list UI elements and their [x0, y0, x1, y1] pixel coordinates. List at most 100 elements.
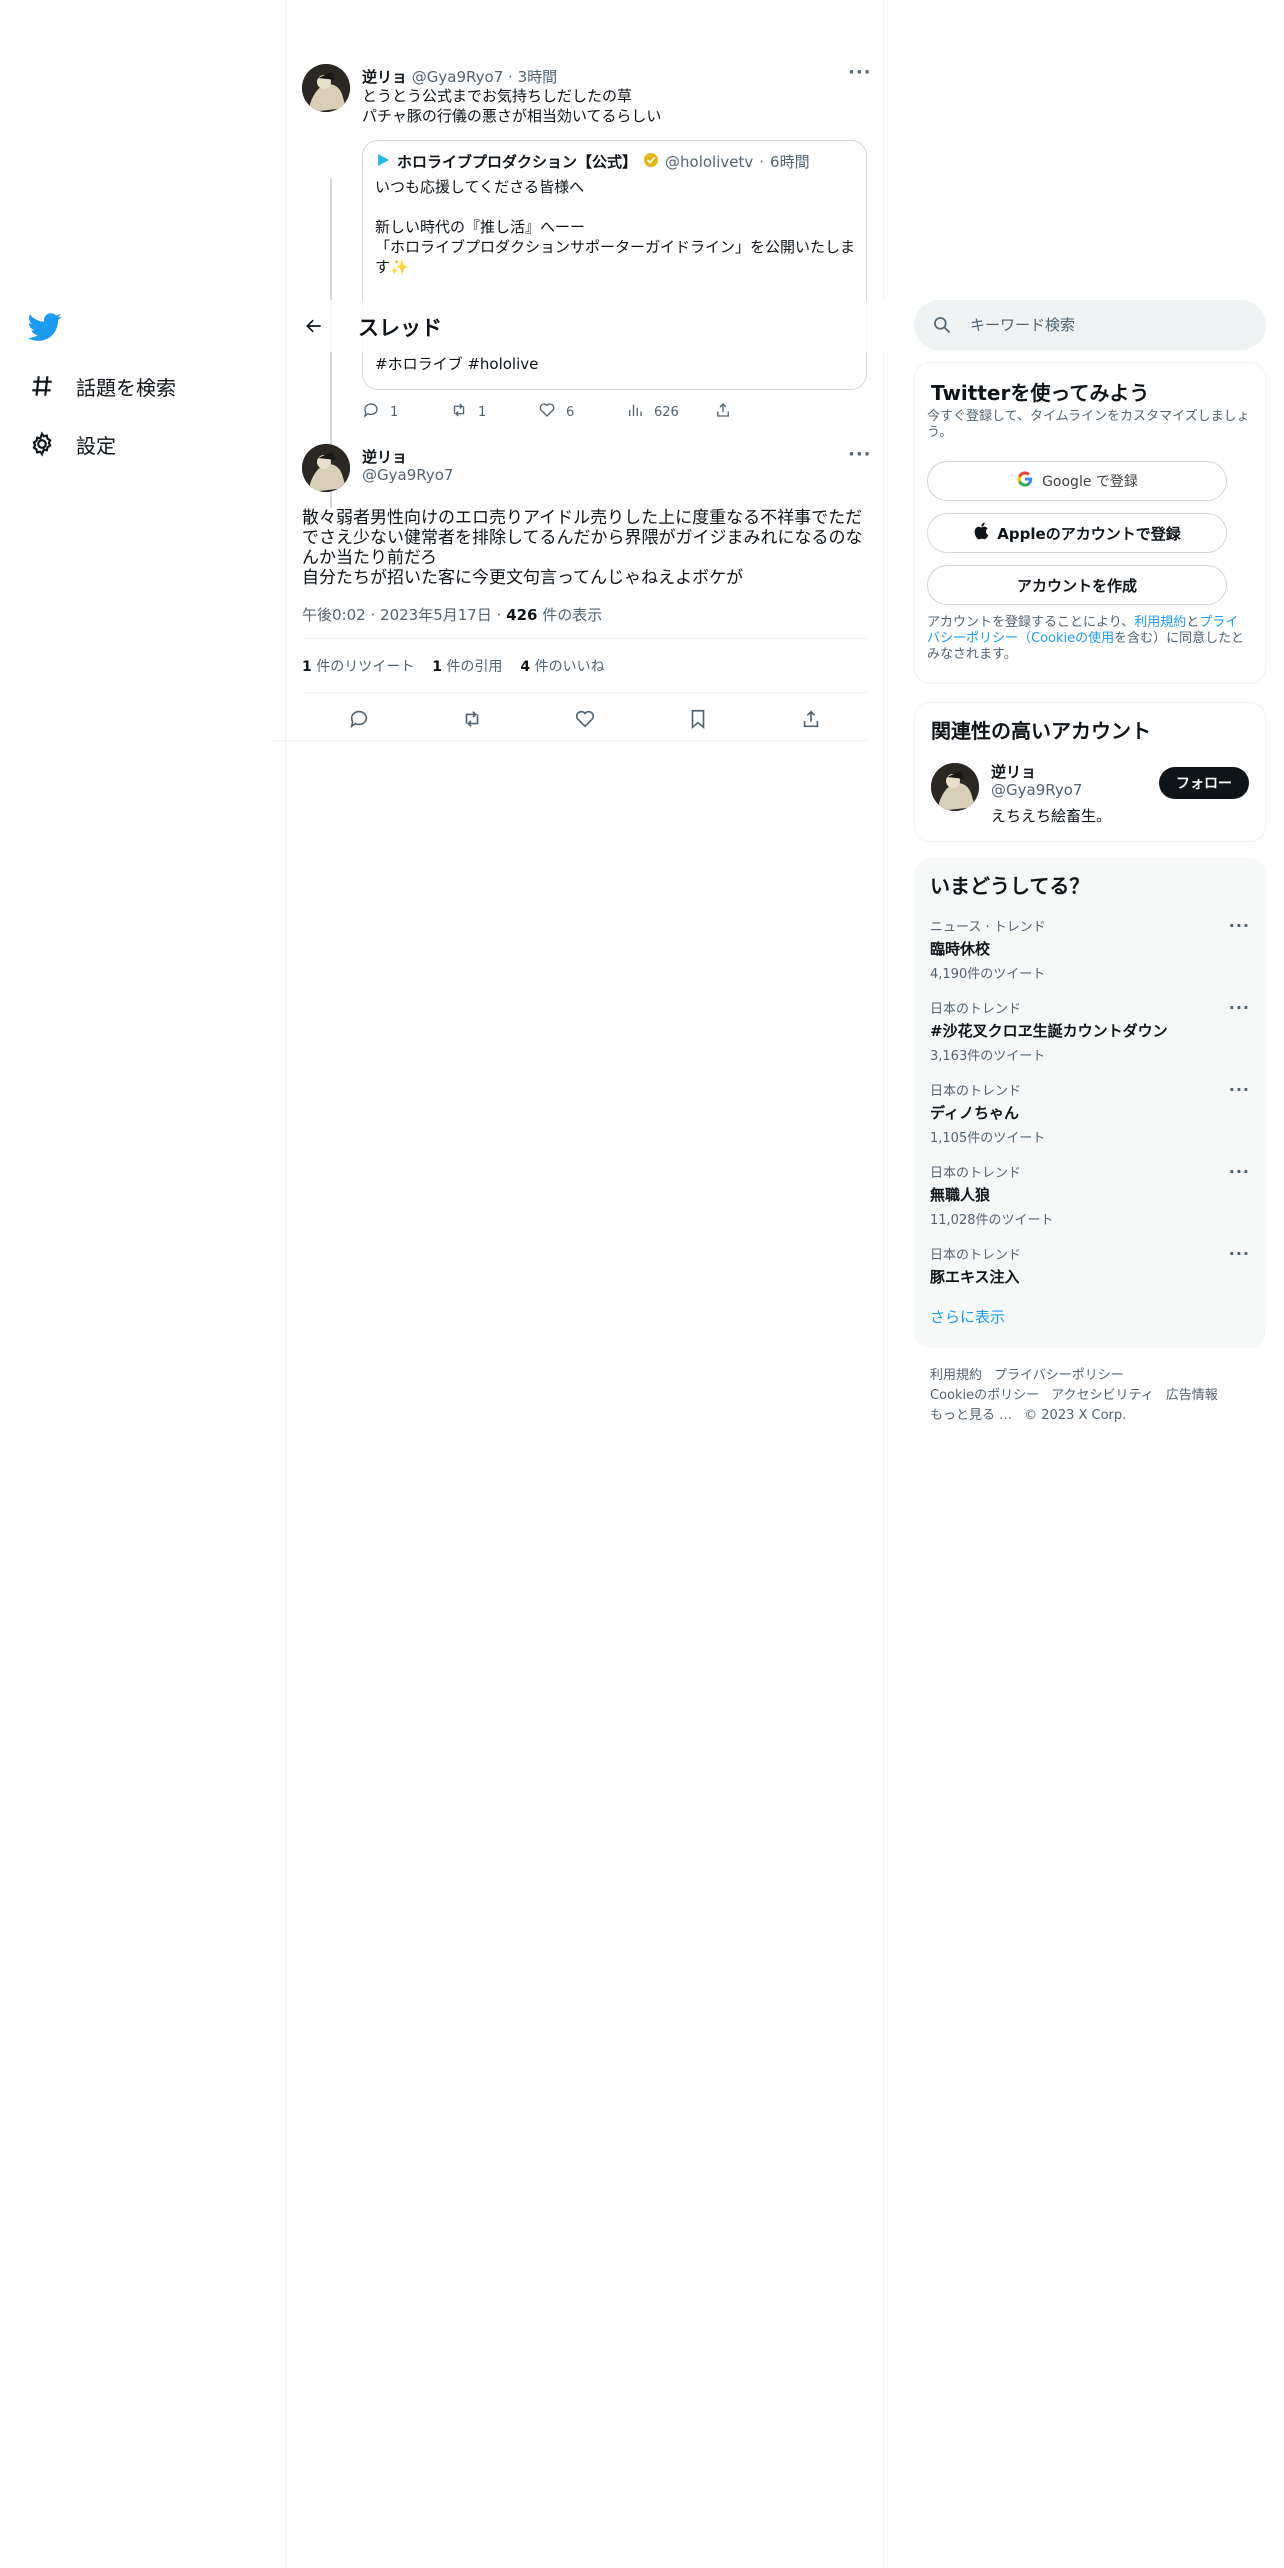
more-icon[interactable]: ···	[848, 444, 872, 465]
footer-more-link[interactable]: もっと見る …	[930, 1408, 1012, 1423]
quote-author-handle: @hololivetv	[665, 152, 754, 171]
author-name[interactable]: 逆リョ	[362, 446, 407, 467]
apple-icon	[973, 522, 989, 544]
search-input[interactable]	[970, 300, 1250, 350]
trend-item[interactable]: ニュース · トレンド 臨時休校 4,190件のツイート ···	[930, 916, 1250, 988]
trend-count: 1,105件のツイート	[930, 1131, 1046, 1146]
trend-count: 3,163件のツイート	[930, 1049, 1046, 1064]
quote-tweet[interactable]: ホロライブプロダクション【公式】 @hololivetv · 6時間 いつも応援…	[362, 140, 867, 390]
reply-button[interactable]	[342, 706, 376, 736]
twitter-logo-icon[interactable]	[27, 310, 62, 344]
google-signup-label: Google で登録	[1042, 474, 1138, 490]
avatar[interactable]	[302, 64, 350, 112]
trend-item[interactable]: 日本のトレンド 無職人狼 11,028件のツイート ···	[930, 1162, 1250, 1234]
heart-icon	[574, 708, 596, 734]
search-box[interactable]	[914, 300, 1266, 350]
trend-context: ニュース · トレンド	[930, 920, 1046, 935]
views-button[interactable]: 626	[626, 400, 714, 424]
quotes-count: 1	[432, 659, 442, 675]
footer-ads-link[interactable]: 広告情報	[1166, 1388, 1218, 1403]
related-account-bio: えちえち絵畜生。	[991, 807, 1112, 825]
share-button[interactable]	[714, 400, 802, 424]
trend-context: 日本のトレンド	[930, 1002, 1022, 1017]
page-title: スレッド	[358, 316, 442, 340]
retweet-button[interactable]: 1	[450, 400, 538, 424]
tweet-date[interactable]: 2023年5月17日	[380, 606, 492, 624]
apple-signup-label: Appleのアカウントで登録	[997, 524, 1181, 543]
separator-dot: ·	[370, 606, 376, 624]
more-icon[interactable]: ···	[848, 62, 872, 83]
tweet-time[interactable]: 午後0:02	[302, 606, 366, 624]
show-more-link[interactable]: さらに表示	[930, 1306, 1005, 1327]
quotes-label: 件の引用	[446, 659, 503, 675]
share-icon	[800, 708, 822, 734]
parent-tweet[interactable]: 逆リョ @Gya9Ryo7 · 3時間 ··· とうとう公式までお気持ちしだした…	[286, 60, 884, 508]
nav-explore[interactable]: 話題を検索	[28, 366, 176, 406]
more-icon[interactable]: ···	[1229, 1080, 1250, 1099]
trends-title: いまどうしてる？	[930, 874, 1090, 898]
terms-link[interactable]: 利用規約	[1134, 615, 1186, 630]
reply-button[interactable]: 1	[362, 400, 450, 424]
trend-name: 臨時休校	[930, 940, 991, 958]
retweets-label: 件のリツイート	[316, 659, 415, 675]
retweet-icon	[450, 401, 468, 423]
trend-item[interactable]: 日本のトレンド #沙花叉クロヱ生誕カウントダウン 3,163件のツイート ···	[930, 998, 1250, 1070]
footer-cookie-link[interactable]: Cookieのポリシー	[930, 1388, 1039, 1403]
views-chart-icon	[626, 401, 644, 423]
more-icon[interactable]: ···	[1229, 916, 1250, 935]
footer-copyright: © 2023 X Corp.	[1024, 1408, 1127, 1423]
signup-description: 今すぐ登録して、タイムラインをカスタマイズしましょう。	[927, 409, 1250, 440]
nav-settings[interactable]: 設定	[28, 424, 116, 464]
tweet-time[interactable]: 3時間	[518, 68, 558, 86]
related-account-name[interactable]: 逆リョ	[991, 761, 1036, 782]
google-signup-button[interactable]: Google で登録	[927, 461, 1227, 501]
signup-legal-text: アカウントを登録することにより、利用規約とプライバシーポリシー（Cookieの使…	[927, 615, 1247, 663]
retweets-stat[interactable]: 1 件のリツイート	[302, 656, 414, 676]
share-button[interactable]	[794, 706, 828, 736]
quote-text: いつも応援してくださる皆様へ 新しい時代の『推し活』へーー 「ホロライブプロダク…	[375, 178, 856, 276]
retweet-count: 1	[478, 404, 487, 420]
quote-time: 6時間	[770, 153, 810, 171]
apple-signup-button[interactable]: Appleのアカウントで登録	[927, 513, 1227, 553]
quote-hashtags[interactable]: #ホロライブ #hololive	[375, 353, 538, 374]
reply-icon	[362, 401, 380, 423]
parent-tweet-header: 逆リョ @Gya9Ryo7 · 3時間	[362, 66, 557, 87]
more-icon[interactable]: ···	[1229, 998, 1250, 1017]
like-button[interactable]: 6	[538, 400, 626, 424]
trend-count: 4,190件のツイート	[930, 967, 1046, 982]
like-button[interactable]	[568, 706, 602, 736]
divider	[302, 638, 868, 639]
avatar[interactable]	[302, 444, 350, 492]
more-icon[interactable]: ···	[1229, 1162, 1250, 1181]
back-arrow-icon[interactable]	[300, 312, 328, 340]
create-account-button[interactable]: アカウントを作成	[927, 565, 1227, 605]
quotes-stat[interactable]: 1 件の引用	[432, 656, 502, 676]
bookmark-button[interactable]	[681, 706, 715, 736]
views-count: 626	[654, 404, 679, 420]
follow-button[interactable]: フォロー	[1159, 767, 1249, 799]
likes-stat[interactable]: 4 件のいいね	[520, 656, 604, 676]
related-title: 関連性の高いアカウント	[931, 719, 1151, 743]
author-handle[interactable]: @Gya9Ryo7	[412, 68, 503, 86]
footer-accessibility-link[interactable]: アクセシビリティ	[1051, 1388, 1154, 1403]
footer-privacy-link[interactable]: プライバシーポリシー	[994, 1368, 1124, 1383]
retweet-icon	[461, 708, 483, 734]
divider	[302, 692, 868, 693]
likes-label: 件のいいね	[534, 659, 605, 675]
footer-terms-link[interactable]: 利用規約	[930, 1368, 982, 1383]
quote-header: ホロライブプロダクション【公式】 @hololivetv · 6時間	[375, 151, 810, 172]
left-nav: 話題を検索 設定	[0, 0, 286, 2568]
verified-gold-icon	[643, 152, 659, 172]
trend-name: 豚エキス注入	[930, 1268, 1020, 1286]
trend-item[interactable]: 日本のトレンド ディノちゃん 1,105件のツイート ···	[930, 1080, 1250, 1152]
legal-and: と	[1186, 615, 1200, 630]
author-name[interactable]: 逆リョ	[362, 68, 407, 86]
related-account-handle[interactable]: @Gya9Ryo7	[991, 781, 1082, 799]
related-accounts-card: 関連性の高いアカウント 逆リョ @Gya9Ryo7 えちえち絵畜生。 フォロー	[914, 702, 1266, 842]
author-handle[interactable]: @Gya9Ryo7	[362, 466, 453, 484]
avatar[interactable]	[931, 763, 979, 811]
more-icon[interactable]: ···	[1229, 1244, 1250, 1263]
heart-icon	[538, 401, 556, 423]
retweet-button[interactable]	[455, 706, 489, 736]
parent-tweet-actions: 1 1 6 626	[362, 400, 802, 424]
